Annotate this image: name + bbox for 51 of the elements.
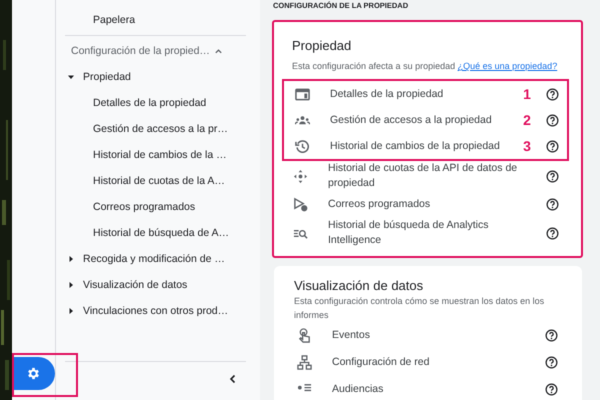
caret-icon[interactable]	[67, 255, 75, 263]
history-icon	[295, 138, 310, 154]
setting-link[interactable]: Historial de cambios de la propiedad	[330, 138, 512, 154]
help-icon[interactable]	[545, 329, 558, 342]
network-icon	[297, 355, 312, 370]
card-description: Esta configuración controla cómo se muestran los datos en los informes	[294, 295, 546, 322]
nav-group[interactable]: Vinculaciones con otros prod…	[83, 305, 228, 317]
help-icon[interactable]	[546, 226, 559, 240]
setting-link[interactable]: Historial de búsqueda de Analytics Intelligence	[328, 218, 542, 248]
gear-icon	[26, 366, 41, 381]
chevron-icon[interactable]	[214, 46, 223, 56]
nav-item[interactable]: Historial de búsqueda de A…	[65, 220, 246, 246]
help-icon[interactable]	[545, 383, 558, 396]
nav-item[interactable]: Historial de cuotas de la A…	[65, 168, 246, 194]
setting-link[interactable]: Configuración de red	[332, 355, 541, 370]
help-icon[interactable]	[545, 356, 558, 369]
help-icon[interactable]	[546, 88, 559, 100]
collapse-chevron-icon[interactable]	[228, 374, 238, 384]
setting-link[interactable]: Detalles de la propiedad	[330, 86, 512, 102]
nav-group[interactable]: Propiedad	[83, 71, 131, 83]
nav-group[interactable]: Recogida y modificación de …	[83, 253, 225, 265]
step-number: 2	[522, 112, 532, 128]
setting-link[interactable]: Eventos	[332, 328, 541, 343]
setting-link[interactable]: Correos programados	[328, 197, 542, 212]
step-number: 3	[522, 138, 532, 154]
nav-item[interactable]: Historial de cambios de la …	[65, 142, 246, 168]
help-icon[interactable]	[546, 198, 559, 211]
settings-button[interactable]	[12, 357, 55, 390]
caret-icon[interactable]	[67, 281, 75, 289]
section-header[interactable]: Configuración de la propied…	[71, 45, 210, 57]
caret-icon[interactable]	[67, 307, 75, 315]
help-icon[interactable]	[546, 140, 559, 152]
nav-item[interactable]: Gestión de accesos a la pr…	[65, 116, 246, 142]
nav-item[interactable]: Correos programados	[65, 194, 246, 220]
caret-icon[interactable]	[67, 73, 75, 81]
card-description: Esta configuración afecta a su propiedad ¿Qué es una propiedad?	[292, 60, 558, 73]
card-title: Propiedad	[292, 38, 352, 53]
help-link[interactable]: ¿Qué es una propiedad?	[458, 61, 558, 71]
setting-link[interactable]: Gestión de accesos a la propiedad	[330, 112, 512, 128]
setting-link[interactable]: Historial de cuotas de la API de datos de propiedad	[328, 161, 542, 191]
nav-item[interactable]: Detalles de la propiedad	[65, 90, 246, 116]
setting-link[interactable]: Audiencias	[332, 382, 541, 397]
window-icon	[295, 86, 310, 102]
touch-icon	[297, 328, 312, 343]
help-icon[interactable]	[546, 114, 559, 126]
card-title: Visualización de datos	[294, 278, 424, 293]
step-number: 1	[522, 86, 532, 102]
move-arrows-icon	[293, 168, 308, 184]
nav-item[interactable]: Papelera	[65, 7, 246, 33]
help-icon[interactable]	[546, 170, 559, 182]
nav-group[interactable]: Visualización de datos	[83, 279, 188, 291]
